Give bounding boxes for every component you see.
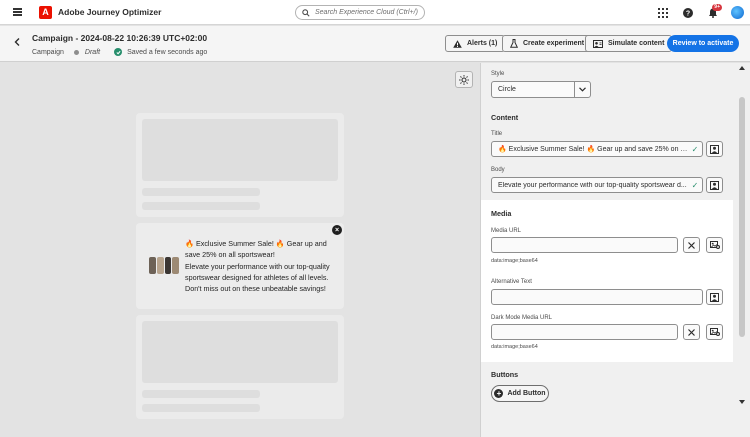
style-picker[interactable]: Circle [491, 81, 591, 98]
page-title: Campaign - 2024-08-22 10:26:39 UTC+02:00 [32, 33, 208, 43]
close-icon [688, 328, 695, 336]
push-notification-preview: × 🔥 Exclusive Summer Sale! 🔥 Gear up and… [136, 223, 344, 309]
top-app-bar: A Adobe Journey Optimizer Search Experie… [0, 0, 750, 25]
adobe-logo-icon[interactable]: A [39, 5, 52, 19]
simulate-content-button[interactable]: Simulate content [585, 35, 673, 52]
title-field-value: 🔥 Exclusive Summer Sale! 🔥 Gear up and s… [498, 146, 688, 153]
create-experiment-button[interactable]: Create experiment [502, 35, 593, 52]
search-input[interactable]: Search Experience Cloud (Ctrl+/) [295, 5, 425, 20]
media-heading: Media [491, 209, 512, 218]
scrollbar-thumb[interactable] [739, 97, 745, 337]
saved-status-text: Saved a few seconds ago [127, 48, 208, 56]
media-url-hint: data:image;base64 [491, 258, 538, 264]
title-label: Title [491, 131, 503, 137]
chevron-down-icon[interactable] [574, 82, 590, 97]
placeholder-line [142, 188, 260, 196]
beaker-icon [510, 39, 518, 48]
select-dark-mode-media-button[interactable] [706, 324, 723, 340]
title-field[interactable]: 🔥 Exclusive Summer Sale! 🔥 Gear up and s… [491, 141, 703, 157]
status-dot-icon [73, 49, 79, 55]
menu-icon[interactable] [0, 0, 34, 25]
personalization-button[interactable] [706, 289, 723, 305]
notifications-badge: 9+ [712, 4, 722, 11]
alert-icon [453, 39, 462, 48]
simulate-icon [593, 39, 603, 48]
select-media-button[interactable] [706, 237, 723, 253]
notification-title: 🔥 Exclusive Summer Sale! 🔥 Gear up and s… [185, 239, 327, 259]
image-add-icon [709, 328, 720, 336]
apps-grid-icon[interactable] [650, 0, 675, 25]
personalization-icon [710, 144, 719, 154]
alt-text-field[interactable] [491, 289, 703, 305]
buttons-heading: Buttons [491, 370, 519, 379]
placeholder-line [142, 202, 260, 210]
sun-icon [459, 74, 469, 85]
personalization-icon [710, 180, 719, 190]
body-label: Body [491, 167, 505, 173]
add-circle-icon: + [494, 389, 504, 398]
media-section: Media Media URL data:image;base64 Altern… [481, 200, 733, 362]
personalization-button[interactable] [706, 177, 723, 193]
check-icon: ✓ [691, 144, 699, 154]
add-button-button[interactable]: + Add Button [491, 385, 549, 402]
simulate-content-label: Simulate content [608, 40, 665, 47]
scroll-down-arrow-icon[interactable] [739, 400, 745, 404]
notification-media-image [149, 257, 179, 274]
help-icon[interactable]: ? [675, 0, 700, 25]
alerts-label: Alerts (1) [467, 40, 498, 47]
user-avatar[interactable] [725, 0, 750, 25]
checkmark-circle-icon [114, 48, 123, 56]
notifications-bell-icon[interactable]: 9+ [700, 0, 725, 25]
personalization-button[interactable] [706, 141, 723, 157]
check-icon: ✓ [691, 180, 699, 190]
placeholder-card [136, 113, 344, 217]
dark-mode-url-hint: data:image;base64 [491, 344, 538, 350]
search-icon [302, 8, 310, 17]
style-picker-value: Circle [498, 86, 516, 93]
media-url-field[interactable] [491, 237, 678, 253]
placeholder-line [142, 404, 260, 412]
campaign-type-label: Campaign [32, 48, 64, 56]
image-add-icon [709, 241, 720, 249]
clear-media-url-button[interactable] [683, 237, 700, 253]
alerts-button[interactable]: Alerts (1) [445, 35, 506, 52]
close-icon [688, 241, 695, 249]
media-url-label: Media URL [491, 228, 522, 234]
svg-text:?: ? [685, 10, 689, 17]
style-label: Style [491, 71, 505, 77]
placeholder-block [142, 119, 338, 181]
content-heading: Content [491, 113, 519, 122]
add-button-label: Add Button [507, 390, 546, 397]
personalization-icon [710, 292, 719, 302]
campaign-header: Campaign - 2024-08-22 10:26:39 UTC+02:00… [0, 26, 750, 62]
status-badge: Draft [84, 48, 101, 56]
dark-mode-media-url-field[interactable] [491, 324, 678, 340]
properties-panel: Style Circle Content Title 🔥 Exclusive S… [480, 63, 750, 437]
panel-scrollbar[interactable] [734, 63, 750, 437]
review-to-activate-button[interactable]: Review to activate [667, 35, 739, 52]
dark-mode-media-url-label: Dark Mode Media URL [491, 315, 553, 321]
placeholder-block [142, 321, 338, 383]
alt-text-label: Alternative Text [491, 279, 532, 285]
placeholder-line [142, 390, 260, 398]
body-field[interactable]: Elevate your performance with our top-qu… [491, 177, 703, 193]
search-placeholder: Search Experience Cloud (Ctrl+/) [315, 9, 418, 16]
app-name: Adobe Journey Optimizer [58, 7, 162, 17]
notification-body: Elevate your performance with our top-qu… [185, 262, 330, 293]
close-icon[interactable]: × [332, 225, 342, 235]
placeholder-card [136, 315, 344, 419]
light-mode-toggle[interactable] [455, 71, 473, 88]
body-field-value: Elevate your performance with our top-qu… [498, 181, 687, 189]
back-chevron-icon[interactable] [14, 38, 20, 48]
scroll-up-arrow-icon[interactable] [739, 66, 745, 70]
clear-dark-mode-url-button[interactable] [683, 324, 700, 340]
create-experiment-label: Create experiment [523, 40, 585, 47]
